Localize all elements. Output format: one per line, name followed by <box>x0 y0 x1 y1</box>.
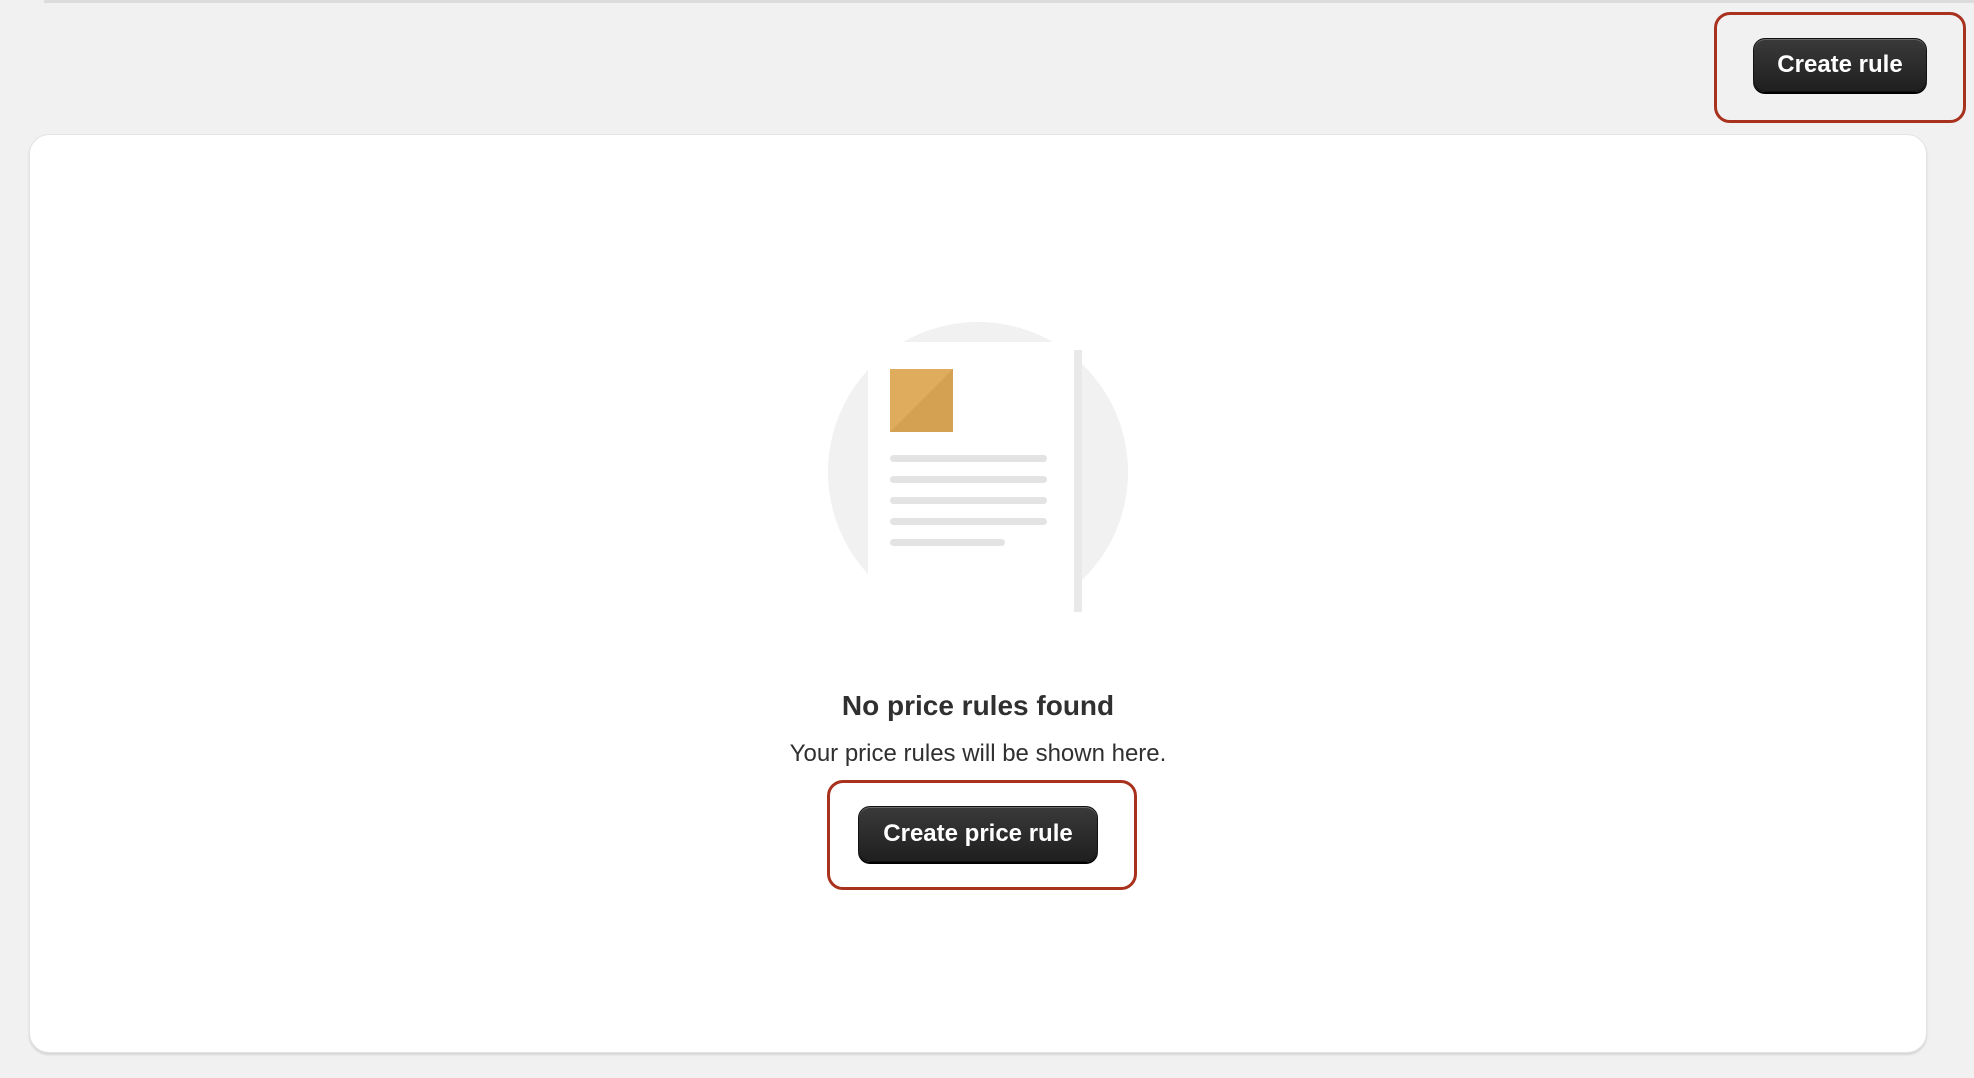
document-with-image-icon <box>828 322 1132 626</box>
top-divider <box>44 0 1974 3</box>
empty-state-title: No price rules found <box>841 690 1115 721</box>
create-rule-button[interactable]: Create rule <box>1753 38 1927 92</box>
empty-state-subtitle: Your price rules will be shown here. <box>789 740 1167 767</box>
create-price-rule-button[interactable]: Create price rule <box>858 806 1098 862</box>
